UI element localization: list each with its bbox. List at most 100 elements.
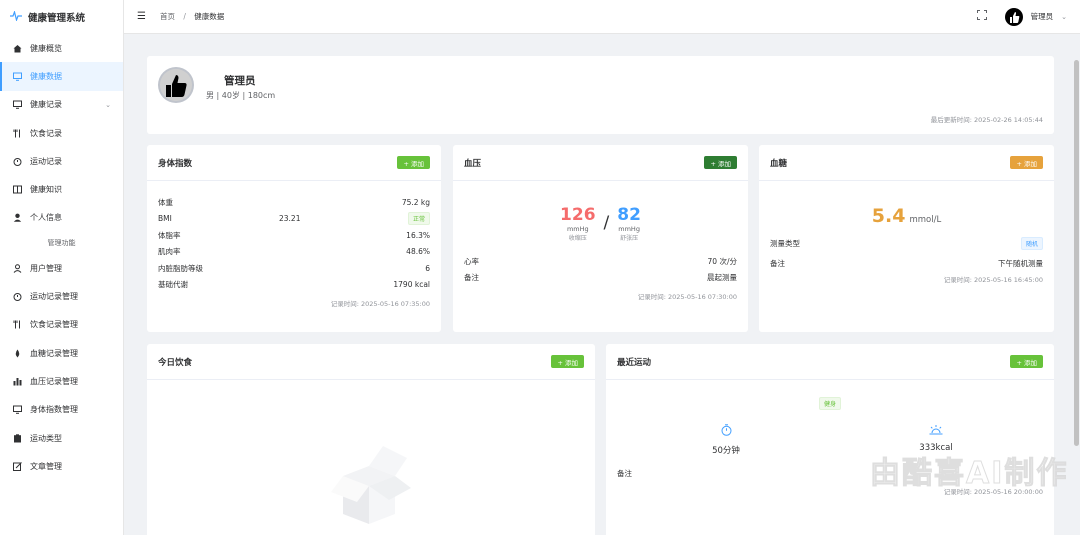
blood-pressure-header: 血压 + 添加: [453, 145, 748, 181]
fork-icon: [13, 320, 22, 329]
sugar-type-badge: 随机: [1020, 236, 1043, 250]
sugar-value: 5.4: [871, 205, 906, 227]
monitor-icon: [13, 100, 22, 110]
breadcrumb-home[interactable]: 首页: [160, 12, 175, 21]
stopwatch-icon: [696, 424, 756, 438]
sidebar-item-label: 血压记录管理: [30, 376, 78, 386]
bp-heart-rate-row: 心率 70 次/分: [464, 253, 737, 270]
bp-diastolic-block: 82 mmHg 舒张压: [617, 205, 641, 242]
row-value: 16.3%: [406, 230, 430, 240]
row-value: 晨起测量: [707, 273, 737, 283]
exercise-card: 最近运动 + 添加 健身 50分钟 333kcal 备注 记录时间: 2025-…: [606, 344, 1054, 535]
monitor-icon: [13, 72, 22, 81]
menu-toggle-icon[interactable]: ☰: [137, 11, 146, 22]
bp-note-row: 备注 晨起测量: [464, 270, 737, 287]
breadcrumb-current: 健康数据: [194, 12, 225, 21]
body-index-add-button[interactable]: + 添加: [397, 156, 430, 169]
blood-sugar-add-button[interactable]: + 添加: [1010, 156, 1043, 169]
sidebar-item-overview[interactable]: 健康概览: [0, 34, 123, 62]
app-title: 健康管理系统: [28, 13, 86, 24]
row-label: BMI: [158, 214, 172, 224]
page-scrollbar[interactable]: [1074, 60, 1079, 446]
sugar-type-row: 测量类型 随机: [770, 235, 1043, 252]
row-label: 备注: [770, 259, 785, 269]
sidebar-item-profile[interactable]: 个人信息: [0, 204, 123, 232]
row-value: 23.21: [279, 214, 301, 224]
row-label: 体重: [158, 197, 173, 207]
row-value: 75.2 kg: [401, 197, 430, 207]
row-label: 基础代谢: [158, 280, 188, 290]
blood-pressure-add-button[interactable]: + 添加: [704, 156, 737, 169]
exercise-type-badge: 健身: [818, 397, 841, 410]
header-user-name[interactable]: 管理员: [1031, 11, 1054, 22]
blood-sugar-header: 血糖 + 添加: [759, 145, 1054, 181]
bar-chart-icon: [13, 377, 22, 386]
sidebar-item-label: 健康概览: [30, 43, 62, 53]
body-index-row-muscle: 肌肉率 48.6%: [158, 244, 430, 261]
sidebar-item-health-data[interactable]: 健康数据: [0, 62, 123, 91]
profile-card: 管理员 男 | 40岁 | 180cm 最后更新时间: 2025-02-26 1…: [147, 56, 1054, 134]
sidebar-item-exercise-management[interactable]: 运动记录管理: [0, 282, 123, 310]
exercise-add-button[interactable]: + 添加: [1010, 355, 1043, 368]
sidebar-item-label: 运动记录管理: [30, 292, 78, 302]
exercise-note-label: 备注: [617, 469, 632, 478]
sugar-reading: 5.4 mmol/L: [759, 205, 1054, 227]
sidebar-item-sugar-management[interactable]: 血糖记录管理: [0, 339, 123, 367]
body-index-list: 体重 75.2 kg BMI 23.21 正常 体脂率 16.3% 肌肉率 48…: [147, 181, 441, 308]
sidebar-item-health-records[interactable]: 健康记录 ⌄: [0, 91, 123, 119]
user-icon: [13, 213, 22, 223]
sidebar-item-exercise-types[interactable]: 运动类型: [0, 424, 123, 452]
sidebar-item-label: 个人信息: [30, 213, 62, 223]
fullscreen-icon[interactable]: [976, 10, 987, 23]
sidebar-item-exercise-records[interactable]: 运动记录: [0, 147, 123, 175]
diet-add-button[interactable]: + 添加: [551, 355, 584, 368]
exercise-title: 最近运动: [617, 357, 652, 368]
bp-diastolic-value: 82: [617, 205, 641, 225]
bp-systolic-unit: mmHg: [566, 225, 589, 233]
monitor-icon: [13, 405, 22, 415]
drop-icon: [13, 349, 22, 358]
bp-diastolic-unit: mmHg: [618, 225, 640, 233]
sidebar-item-health-knowledge[interactable]: 健康知识: [0, 175, 123, 203]
sunrise-icon: [906, 424, 966, 437]
sidebar-item-diet-management[interactable]: 饮食记录管理: [0, 311, 123, 339]
diet-card: 今日饮食 + 添加: [147, 344, 595, 535]
sidebar-item-label: 健康数据: [30, 71, 62, 81]
brand[interactable]: 健康管理系统: [0, 0, 123, 34]
top-header: ☰ 首页 / 健康数据 管理员 ⌄: [124, 0, 1080, 34]
sidebar-item-label: 用户管理: [30, 263, 62, 273]
edit-icon: [13, 461, 22, 471]
sidebar-item-article-management[interactable]: 文章管理: [0, 452, 123, 480]
sidebar-item-body-index-management[interactable]: 身体指数管理: [0, 396, 123, 424]
diet-header: 今日饮食 + 添加: [147, 344, 595, 380]
clipboard-icon: [13, 433, 22, 443]
body-index-title: 身体指数: [158, 158, 193, 169]
breadcrumb: 首页 / 健康数据: [160, 11, 224, 22]
body-index-row-bmr: 基础代谢 1790 kcal: [158, 277, 430, 294]
sidebar-item-label: 健康知识: [30, 185, 62, 195]
body-index-row-weight: 体重 75.2 kg: [158, 194, 430, 211]
timer-icon: [13, 292, 22, 302]
chevron-down-icon[interactable]: ⌄: [1061, 13, 1067, 21]
row-value: 70 次/分: [707, 256, 737, 266]
empty-box-illustration: [323, 436, 415, 530]
blood-pressure-card: 血压 + 添加 126 mmHg 收缩压 / 82 mmHg 舒张压 心率 70…: [453, 145, 748, 332]
sidebar-item-label: 运动记录: [30, 156, 62, 166]
fork-icon: [13, 129, 22, 138]
sugar-note-row: 备注 下午随机测量: [770, 256, 1043, 273]
bp-reading: 126 mmHg 收缩压 / 82 mmHg 舒张压: [453, 205, 748, 242]
row-value: 1790 kcal: [393, 280, 430, 290]
sugar-unit: mmol/L: [909, 215, 942, 225]
avatar[interactable]: [1004, 7, 1023, 26]
thumbs-up-icon: [160, 69, 192, 101]
sidebar-item-diet-records[interactable]: 饮食记录: [0, 119, 123, 147]
timer-icon: [13, 157, 22, 166]
bp-details: 心率 70 次/分 备注 晨起测量 记录时间: 2025-05-16 07:30…: [464, 253, 737, 301]
sugar-details: 测量类型 随机 备注 下午随机测量 记录时间: 2025-05-16 16:45…: [770, 235, 1043, 284]
sidebar-item-user-management[interactable]: 用户管理: [0, 254, 123, 282]
sidebar-item-pressure-management[interactable]: 血压记录管理: [0, 367, 123, 395]
bp-systolic-block: 126 mmHg 收缩压: [560, 205, 596, 242]
bp-diastolic-label: 舒张压: [620, 235, 639, 242]
diet-title: 今日饮食: [158, 357, 193, 368]
profile-updated-time: 最后更新时间: 2025-02-26 14:05:44: [930, 116, 1043, 124]
